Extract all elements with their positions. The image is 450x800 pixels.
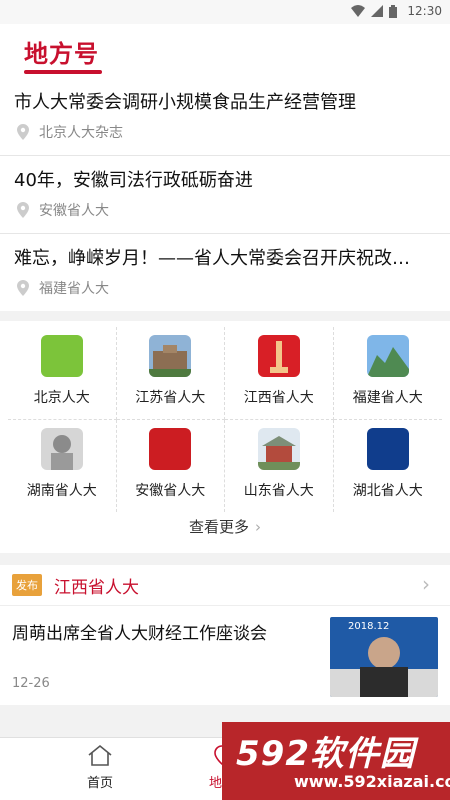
hubei-logo-icon — [366, 428, 409, 470]
beijing-logo-icon — [40, 335, 83, 377]
statue-photo-icon — [40, 428, 83, 470]
wifi-icon — [351, 5, 366, 17]
publish-tag: 发布 — [12, 574, 42, 596]
feature-thumbnail: 2018.12 — [330, 617, 438, 697]
news-list: 市人大常委会调研小规模食品生产经营管理 北京人大杂志 40年，安徽司法行政砥砺奋… — [0, 78, 450, 311]
province-item-fujian[interactable]: 福建省人大 — [333, 327, 442, 420]
province-item-hunan[interactable]: 湖南省人大 — [8, 420, 117, 512]
signal-icon — [371, 5, 384, 17]
view-more-label: 查看更多 — [188, 518, 249, 536]
news-source: 北京人大杂志 — [39, 125, 123, 141]
battery-icon — [389, 4, 398, 18]
thumb-text: 2018.12 — [348, 621, 389, 632]
province-label: 福建省人大 — [352, 390, 423, 406]
province-label: 安徽省人大 — [135, 483, 206, 499]
location-pin-icon — [17, 124, 29, 140]
status-icons: 12:30 — [351, 4, 442, 18]
province-label: 江西省人大 — [243, 390, 314, 406]
province-label: 江苏省人大 — [135, 390, 206, 406]
tab-home-label: 首页 — [86, 776, 113, 791]
location-pin-icon — [17, 280, 29, 296]
page-title: 地方号 — [24, 40, 99, 68]
site-watermark: 592软件园 www.592xiazai.com — [222, 722, 450, 800]
feature-title: 周萌出席全省人大财经工作座谈会 — [12, 624, 267, 644]
location-pin-icon — [17, 202, 29, 218]
province-grid: 北京人大 江苏省人大 江西省人大 福建省人大 湖南省人大 安徽省人大 山东省人大… — [0, 321, 450, 512]
province-label: 北京人大 — [33, 390, 90, 406]
mountain-photo-icon — [366, 335, 409, 377]
building-photo-icon — [149, 335, 192, 377]
province-label: 山东省人大 — [243, 483, 314, 499]
feature-province: 江西省人大 — [54, 578, 139, 598]
province-item-beijing[interactable]: 北京人大 — [8, 327, 117, 420]
title-underline — [24, 70, 102, 74]
watermark-text: 592软件园 — [236, 734, 415, 774]
status-time: 12:30 — [407, 4, 442, 18]
news-item[interactable]: 40年，安徽司法行政砥砺奋进 安徽省人大 — [0, 156, 450, 234]
feature-card[interactable]: 发布 江西省人大 › 周萌出席全省人大财经工作座谈会 12-26 2018.12 — [0, 565, 450, 705]
hall-photo-icon — [257, 428, 300, 470]
province-item-anhui[interactable]: 安徽省人大 — [117, 420, 225, 512]
news-headline: 40年，安徽司法行政砥砺奋进 — [14, 170, 253, 191]
province-item-jiangxi[interactable]: 江西省人大 — [225, 327, 334, 420]
province-grid-card: 北京人大 江苏省人大 江西省人大 福建省人大 湖南省人大 安徽省人大 山东省人大… — [0, 321, 450, 553]
province-item-jiangsu[interactable]: 江苏省人大 — [116, 327, 225, 420]
feature-date: 12-26 — [12, 676, 50, 691]
news-headline: 市人大常委会调研小规模食品生产经营管理 — [14, 92, 356, 113]
news-item[interactable]: 难忘，峥嵘岁月！——省人大常委会召开庆祝改… 福建省人大 — [0, 234, 450, 311]
view-more-button[interactable]: 查看更多 › — [0, 516, 450, 537]
province-item-shandong[interactable]: 山东省人大 — [225, 420, 334, 512]
chevron-right-icon: › — [255, 518, 261, 536]
watermark-url: www.592xiazai.com — [294, 772, 450, 791]
anhui-logo-icon — [149, 428, 192, 470]
news-headline: 难忘，峥嵘岁月！——省人大常委会召开庆祝改… — [14, 248, 410, 269]
tab-home[interactable]: 首页 — [60, 744, 140, 791]
news-source: 福建省人大 — [39, 281, 109, 297]
province-label: 湖南省人大 — [26, 483, 97, 499]
province-label: 湖北省人大 — [352, 483, 423, 499]
monument-photo-icon — [257, 335, 300, 377]
news-item[interactable]: 市人大常委会调研小规模食品生产经营管理 北京人大杂志 — [0, 78, 450, 156]
page-header: 地方号 — [0, 24, 450, 78]
chevron-right-icon: › — [422, 572, 430, 596]
status-bar: 12:30 — [0, 0, 450, 24]
province-item-hubei[interactable]: 湖北省人大 — [334, 420, 443, 512]
home-icon — [88, 744, 112, 766]
feature-header[interactable]: 发布 江西省人大 › — [0, 565, 450, 606]
news-source: 安徽省人大 — [39, 203, 109, 219]
